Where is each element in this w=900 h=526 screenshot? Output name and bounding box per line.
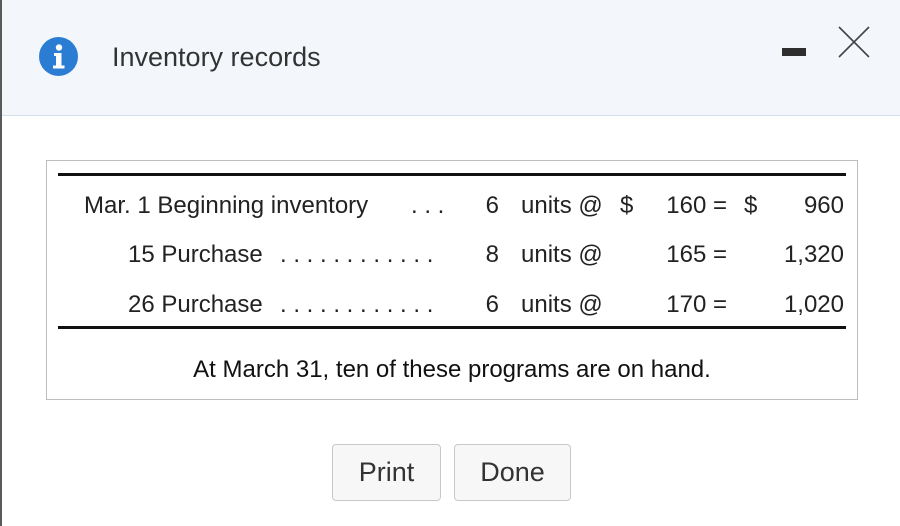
row-unit-text: units @ [521,291,603,318]
row-unit-text: units @ [521,192,603,219]
minimize-icon [782,48,806,56]
print-button[interactable]: Print [332,444,441,501]
dialog-header: Inventory records [2,0,900,116]
row-quantity: 8 [485,241,499,268]
row-label: 15 Purchase [128,241,263,268]
row-total: 1,020 [783,291,844,318]
dialog-title: Inventory records [112,42,321,72]
table-note: At March 31, ten of these programs are o… [193,356,711,383]
row-unit-text: units @ [521,241,603,268]
row-leader: . . . . . . . . . . . . [280,291,434,318]
close-icon [838,26,870,58]
row-unit-cost: 165 = [666,241,727,268]
row-total: 1,320 [783,241,844,268]
table-top-rule [58,173,846,176]
table-bottom-rule [58,326,846,329]
row-total: 960 [803,192,844,219]
minimize-button[interactable] [780,35,810,65]
close-button[interactable] [836,24,872,60]
inventory-table: Mar. 1 Beginning inventory . . . 6 units… [46,160,858,400]
info-icon [39,37,78,76]
row-leader: . . . [411,192,445,219]
row-label: 26 Purchase [128,291,263,318]
row-quantity: 6 [485,291,499,318]
row-leader: . . . . . . . . . . . . [280,241,434,268]
row-label: Mar. 1 Beginning inventory [84,192,369,219]
row-dollar-sign: $ [620,192,634,219]
row-unit-cost: 160 = [666,192,727,219]
row-unit-cost: 170 = [666,291,727,318]
row-quantity: 6 [485,192,499,219]
done-button[interactable]: Done [454,444,571,501]
